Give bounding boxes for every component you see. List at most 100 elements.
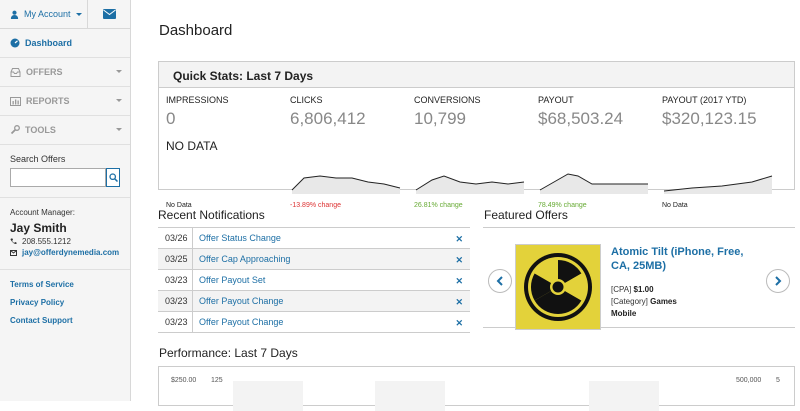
stat-change: No Data: [662, 202, 688, 209]
dismiss-icon[interactable]: ✕: [455, 234, 463, 245]
dismiss-icon[interactable]: ✕: [455, 276, 463, 287]
sidebar-item-dashboard[interactable]: Dashboard: [0, 29, 130, 58]
terms-of-service-link[interactable]: Terms of Service: [10, 280, 120, 289]
offer-type-label: [CPA]: [611, 285, 632, 294]
notification-date: 03/23: [158, 270, 193, 290]
my-account-menu[interactable]: My Account: [0, 0, 88, 28]
payout-sparkline: [539, 173, 648, 194]
chevron-down-icon: [116, 99, 122, 102]
performance-chart: $250.00 125 500,000 5: [158, 366, 795, 411]
inbox-icon: [10, 67, 21, 77]
offer-category: [Category] Games: [611, 297, 677, 306]
search-offers-block: Search Offers: [0, 145, 130, 198]
offer-category-label: [Category]: [611, 297, 648, 306]
notification-link[interactable]: Offer Payout Change: [193, 296, 283, 306]
chevron-down-icon: [116, 70, 122, 73]
envelope-icon: [10, 249, 17, 256]
stat-label: PAYOUT: [538, 95, 574, 105]
stat-payout-ytd: PAYOUT (2017 YTD) $320,123.15 No Data: [662, 95, 786, 209]
main-content: Dashboard Quick Stats: Last 7 Days IMPRE…: [131, 0, 800, 411]
sidebar-item-label: OFFERS: [26, 67, 63, 77]
payout-ytd-sparkline: [663, 175, 773, 194]
table-row[interactable]: 03/23 Offer Payout Change ✕: [158, 291, 470, 312]
account-manager-email[interactable]: jay@offerdynemedia.com: [10, 248, 120, 257]
search-button[interactable]: [106, 168, 120, 187]
account-manager-label: Account Manager:: [10, 208, 75, 217]
user-icon: [10, 10, 19, 19]
notification-link[interactable]: Offer Payout Set: [193, 275, 265, 285]
account-manager-block: Account Manager: Jay Smith 208.555.1212 …: [0, 198, 130, 270]
dismiss-icon[interactable]: ✕: [455, 318, 463, 329]
conversions-sparkline: [415, 175, 525, 194]
notification-link[interactable]: Offer Cap Approaching: [193, 254, 290, 264]
offer-title-link[interactable]: Atomic Tilt (iPhone, Free, CA, 25MB): [611, 245, 751, 273]
table-row[interactable]: 03/23 Offer Payout Set ✕: [158, 270, 470, 291]
messages-button[interactable]: [88, 0, 130, 28]
dismiss-icon[interactable]: ✕: [455, 297, 463, 308]
wrench-icon: [10, 125, 20, 135]
chevron-down-icon: [116, 128, 122, 131]
sidebar-item-label: Dashboard: [25, 38, 73, 48]
stat-label: CONVERSIONS: [414, 95, 481, 105]
stat-conversions: CONVERSIONS 10,799 26.81% change: [414, 95, 538, 209]
offer-platform: Mobile: [611, 309, 637, 318]
radiation-icon: [516, 245, 600, 329]
table-row[interactable]: 03/25 Offer Cap Approaching ✕: [158, 249, 470, 270]
notification-link[interactable]: Offer Status Change: [193, 233, 281, 243]
sidebar: My Account Dashboard OFFERS REPORTS TOOL…: [0, 0, 131, 401]
phone-number: 208.555.1212: [22, 237, 71, 246]
search-icon: [108, 173, 118, 182]
sidebar-item-offers[interactable]: OFFERS: [0, 58, 130, 87]
sidebar-item-tools[interactable]: TOOLS: [0, 116, 130, 145]
chevron-right-icon: [775, 276, 782, 286]
sidebar-item-reports[interactable]: REPORTS: [0, 87, 130, 116]
bar-chart-icon: [10, 96, 21, 106]
performance-title: Performance: Last 7 Days: [159, 346, 298, 360]
envelope-icon: [102, 9, 116, 19]
table-row[interactable]: 03/23 Offer Payout Change ✕: [158, 312, 470, 333]
chevron-left-icon: [496, 276, 503, 286]
account-manager-name: Jay Smith: [10, 221, 67, 235]
carousel-prev-button[interactable]: [488, 269, 512, 293]
stat-value: $68,503.24: [538, 109, 624, 128]
left-axis-label: $250.00: [171, 377, 197, 384]
featured-offers-carousel: Atomic Tilt (iPhone, Free, CA, 25MB) [CP…: [483, 227, 795, 330]
stat-clicks: CLICKS 6,806,412 -13.89% change: [290, 95, 414, 209]
my-account-label: My Account: [24, 9, 71, 19]
contact-support-link[interactable]: Contact Support: [10, 316, 120, 325]
search-offers-label: Search Offers: [10, 154, 66, 164]
stat-value: 10,799: [414, 109, 466, 128]
footer-links: Terms of Service Privacy Policy Contact …: [0, 270, 130, 344]
search-offers-input[interactable]: [10, 168, 106, 187]
stat-payout: PAYOUT $68,503.24 78.49% change: [538, 95, 662, 209]
page-title: Dashboard: [159, 22, 233, 39]
quick-stats-title: Quick Stats: Last 7 Days: [159, 62, 794, 88]
chart-band: [589, 381, 659, 411]
stat-label: IMPRESSIONS: [166, 95, 229, 105]
featured-offers-title: Featured Offers: [484, 208, 568, 222]
notification-date: 03/23: [158, 312, 193, 332]
offer-image-radiation[interactable]: [515, 244, 601, 330]
stat-value: 0: [166, 109, 176, 128]
privacy-policy-link[interactable]: Privacy Policy: [10, 298, 120, 307]
stat-change: -13.89% change: [290, 202, 341, 209]
carousel-next-button[interactable]: [766, 269, 790, 293]
stat-change: 26.81% change: [414, 202, 463, 209]
stat-label: PAYOUT (2017 YTD): [662, 95, 747, 105]
chart-band: [233, 381, 303, 411]
dismiss-icon[interactable]: ✕: [455, 255, 463, 266]
sidebar-item-label: TOOLS: [25, 125, 56, 135]
email-link[interactable]: jay@offerdynemedia.com: [22, 248, 119, 257]
dashboard-icon: [10, 38, 20, 48]
notification-link[interactable]: Offer Payout Change: [193, 317, 283, 327]
right-axis-label-2: 5: [776, 377, 780, 384]
clicks-sparkline: [291, 175, 401, 194]
chart-band: [375, 381, 445, 411]
notification-date: 03/25: [158, 249, 193, 269]
sidebar-item-label: REPORTS: [26, 96, 70, 106]
chevron-down-icon: [75, 12, 82, 16]
stat-value: 6,806,412: [290, 109, 366, 128]
quick-stats-panel: Quick Stats: Last 7 Days IMPRESSIONS 0 N…: [158, 61, 795, 209]
recent-notifications-title: Recent Notifications: [158, 208, 265, 222]
table-row[interactable]: 03/26 Offer Status Change ✕: [158, 228, 470, 249]
